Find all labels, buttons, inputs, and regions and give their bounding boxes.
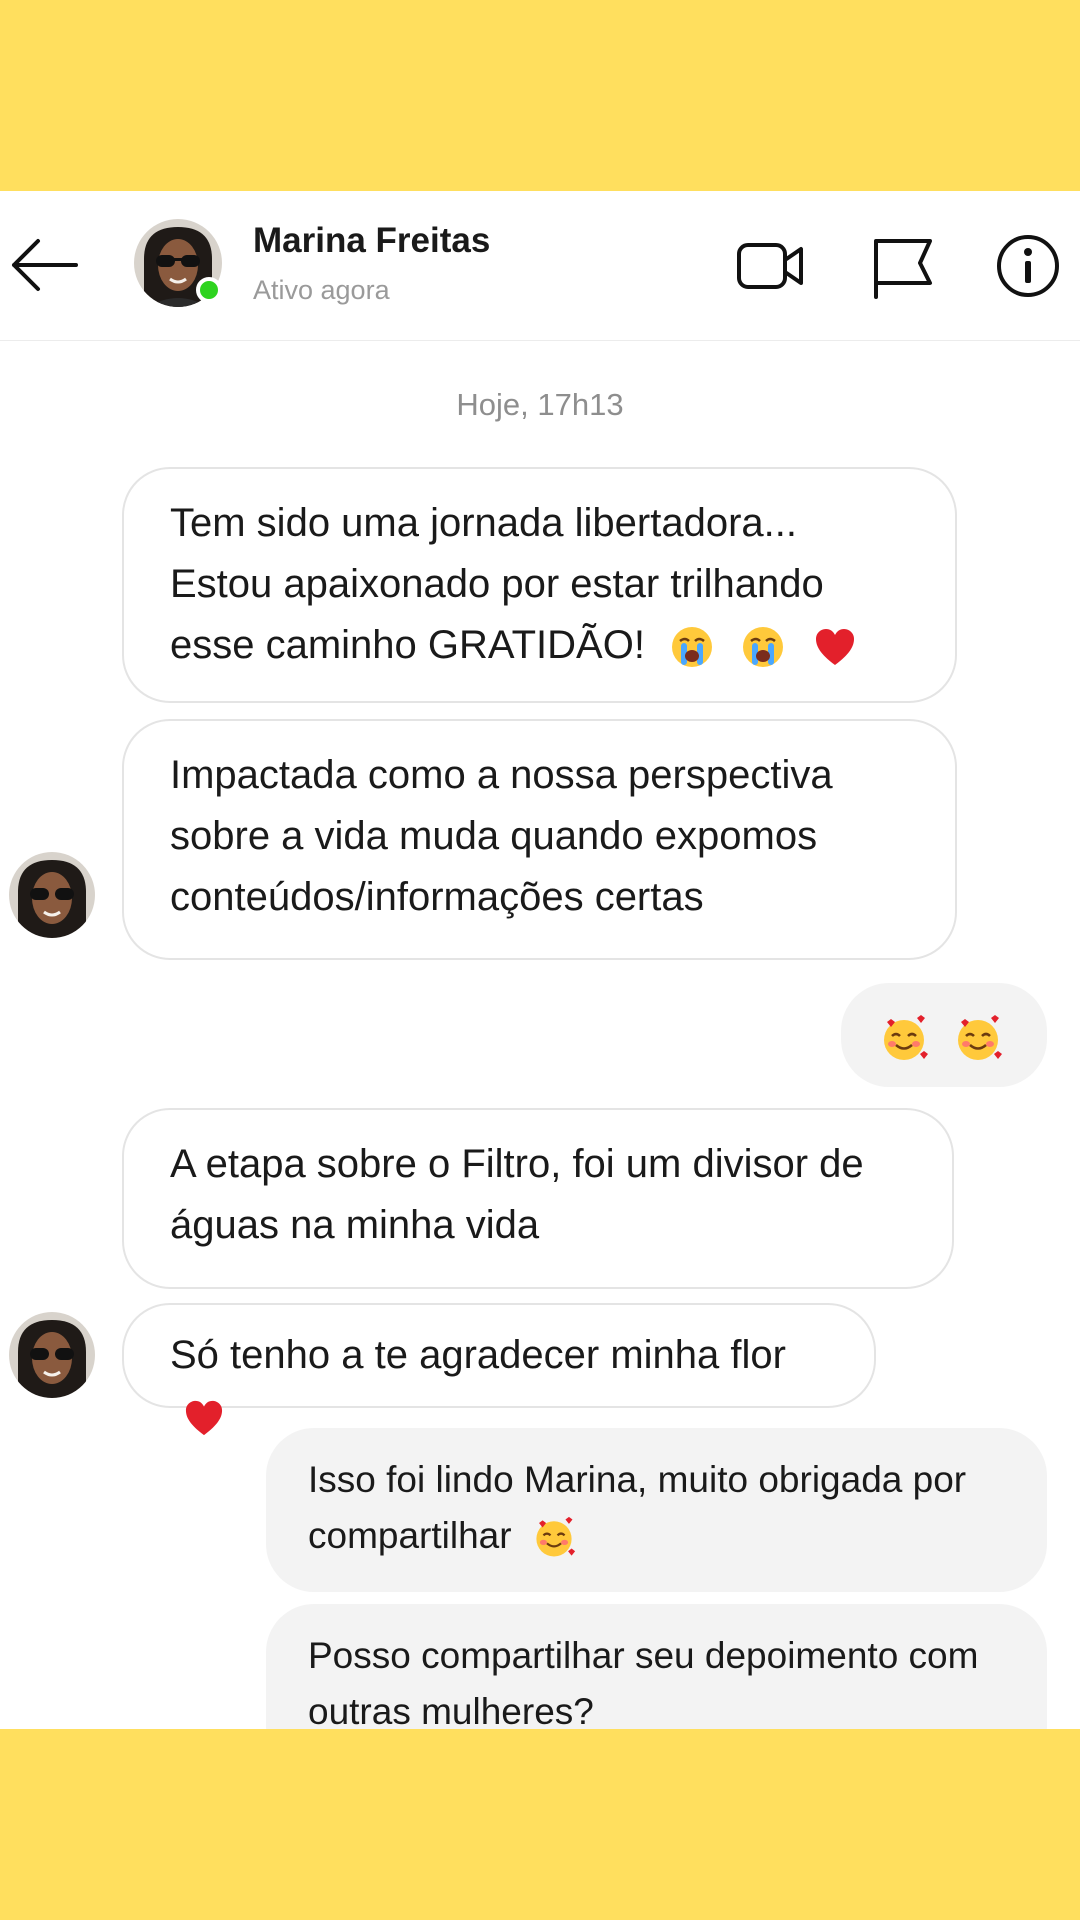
message-line: Posso compartilhar seu depoimento com (308, 1635, 979, 1676)
crying-face-emoji (743, 627, 784, 668)
message-line: Estou apaixonado por estar trilhando (170, 562, 824, 606)
top-yellow-band (0, 0, 1080, 191)
bottom-yellow-band (0, 1729, 1080, 1920)
message-line: esse caminho GRATIDÃO! (170, 615, 909, 676)
message-line: outras mulheres? (308, 1691, 594, 1729)
received-message[interactable]: A etapa sobre o Filtro, foi um divisor d… (122, 1108, 954, 1289)
contact-avatar-small[interactable] (9, 1312, 95, 1398)
smiling-face-with-hearts-emoji (958, 1015, 1003, 1061)
message-line: Impactada como a nossa perspectiva (170, 753, 833, 797)
red-heart-emoji (816, 629, 855, 666)
chat-header: Marina Freitas Ativo agora (0, 191, 1080, 341)
message-line: A etapa sobre o Filtro, foi um divisor d… (170, 1142, 864, 1186)
contact-avatar-small[interactable] (9, 852, 95, 938)
video-call-icon[interactable] (734, 231, 806, 301)
info-icon[interactable] (992, 231, 1064, 301)
received-message[interactable]: Tem sido uma jornada libertadora... Esto… (122, 467, 957, 703)
contact-name[interactable]: Marina Freitas (253, 221, 490, 261)
smiling-face-with-hearts-emoji (884, 1015, 928, 1061)
crying-face-emoji (672, 627, 713, 668)
received-message[interactable]: Impactada como a nossa perspectiva sobre… (122, 719, 957, 960)
sent-message[interactable]: Isso foi lindo Marina, muito obrigada po… (266, 1428, 1047, 1592)
smiling-face-with-hearts-emoji (536, 1517, 575, 1557)
back-arrow-icon[interactable] (8, 235, 80, 295)
sent-message[interactable]: Posso compartilhar seu depoimento com ou… (266, 1604, 1047, 1729)
message-line: compartilhar (308, 1508, 1005, 1564)
message-line: conteúdos/informações certas (170, 875, 704, 919)
flag-icon[interactable] (866, 231, 938, 301)
contact-status: Ativo agora (253, 275, 390, 305)
conversation-timestamp: Hoje, 17h13 (456, 387, 624, 422)
message-line: Tem sido uma jornada libertadora... (170, 501, 797, 545)
received-message[interactable]: Só tenho a te agradecer minha flor (122, 1303, 876, 1436)
message-line: águas na minha vida (170, 1203, 540, 1247)
red-heart-emoji (185, 1401, 223, 1436)
online-indicator (196, 277, 222, 303)
message-line: Isso foi lindo Marina, muito obrigada po… (308, 1459, 967, 1500)
chat-screen: Marina Freitas Ativo agora Hoje, 17h13 T… (0, 191, 1080, 1729)
message-line: sobre a vida muda quando expomos (170, 814, 818, 858)
sent-message[interactable] (841, 983, 1047, 1087)
